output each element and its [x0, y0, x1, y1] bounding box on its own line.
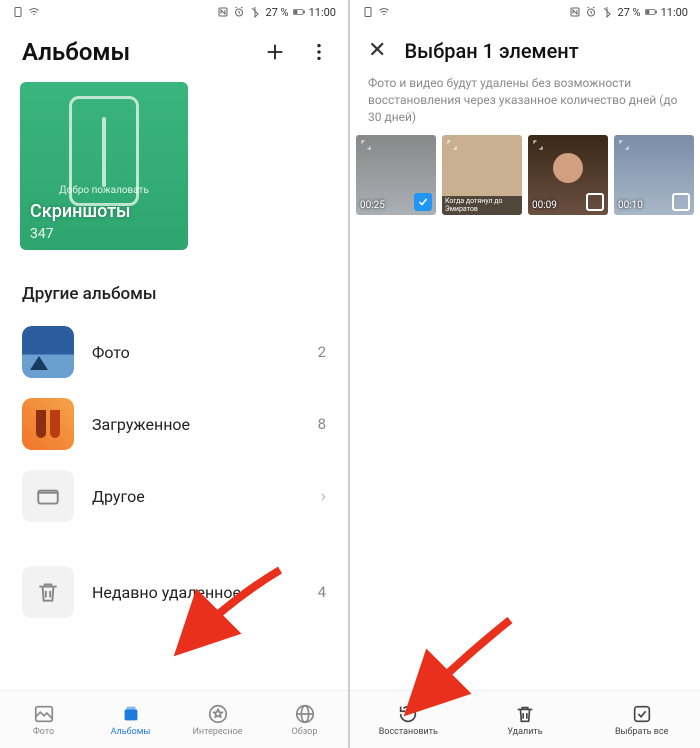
check-icon[interactable] [414, 193, 432, 211]
album-thumb-trash [22, 566, 74, 618]
album-count: 2 [318, 343, 326, 361]
selection-title: Выбран 1 элемент [404, 39, 578, 63]
add-icon[interactable] [264, 41, 286, 63]
battery-icon [645, 6, 657, 18]
delete-button[interactable]: Удалить [467, 691, 584, 748]
alarm-icon [233, 6, 245, 18]
nav-label: Обзор [292, 727, 318, 737]
album-thumb-other [22, 470, 74, 522]
action-label: Удалить [507, 727, 542, 737]
expand-icon [532, 139, 544, 151]
album-name: Фото [92, 343, 300, 362]
nav-label: Альбомы [111, 727, 151, 737]
clock: 11:00 [661, 6, 688, 19]
chevron-right-icon: › [321, 486, 326, 507]
recently-deleted-selection-screen: 27 % 11:00 ✕ Выбран 1 элемент Фото и вид… [350, 0, 700, 748]
action-bar: Восстановить Удалить Выбрать все [350, 690, 700, 748]
nfc-icon [217, 6, 229, 18]
bluetooth-icon [249, 6, 261, 18]
star-nav-icon [207, 703, 229, 725]
battery-percent: 27 % [617, 6, 640, 19]
card-count: 347 [30, 226, 54, 242]
nav-label: Интересное [193, 727, 243, 737]
albums-screen: 27 % 11:00 Альбомы Добро пожаловать Скри… [0, 0, 350, 748]
globe-nav-icon [294, 703, 316, 725]
video-caption: Когда дотянул до Эмиратов [442, 196, 522, 215]
nfc-icon [569, 6, 581, 18]
album-row-recently-deleted[interactable]: Недавно удаленное 4 [0, 556, 348, 628]
battery-percent: 27 % [265, 6, 288, 19]
action-label: Восстановить [379, 727, 438, 737]
select-all-icon [631, 703, 653, 725]
album-row-photo[interactable]: Фото 2 [0, 316, 348, 388]
bottom-nav: Фото Альбомы Интересное Обзор [0, 690, 348, 748]
video-thumb[interactable]: 00:09 [528, 135, 608, 215]
sim-icon [12, 6, 24, 18]
battery-icon [293, 6, 305, 18]
expand-icon [360, 139, 372, 151]
albums-nav-icon [120, 703, 142, 725]
video-thumbnails: 00:25 Когда дотянул до Эмиратов 00:09 00… [350, 135, 700, 215]
page-title: Альбомы [22, 38, 130, 66]
close-icon[interactable]: ✕ [368, 38, 386, 63]
alarm-icon [585, 6, 597, 18]
trash-icon [514, 703, 536, 725]
selection-header: ✕ Выбран 1 элемент [350, 24, 700, 69]
nav-albums[interactable]: Альбомы [87, 691, 174, 748]
status-bar: 27 % 11:00 [350, 0, 700, 24]
nav-browse[interactable]: Обзор [261, 691, 348, 748]
action-label: Выбрать все [615, 727, 668, 737]
expand-icon [618, 139, 630, 151]
sim-icon [362, 6, 374, 18]
album-thumb-downloaded [22, 398, 74, 450]
card-welcome: Добро пожаловать [20, 185, 188, 196]
album-row-other[interactable]: Другое › [0, 460, 348, 532]
wifi-icon [28, 6, 40, 18]
other-albums-title: Другие альбомы [0, 250, 348, 316]
nav-photo[interactable]: Фото [0, 691, 87, 748]
album-count: 4 [318, 583, 326, 601]
screenshots-card[interactable]: Добро пожаловать Скриншоты 347 [20, 82, 188, 250]
trash-icon [35, 579, 61, 605]
video-duration: 00:25 [360, 200, 385, 211]
video-thumb[interactable]: 00:10 [614, 135, 694, 215]
video-duration: 00:09 [532, 200, 557, 211]
deletion-notice: Фото и видео будут удалены без возможнос… [350, 69, 700, 135]
album-name: Загруженное [92, 415, 300, 434]
album-count: 8 [318, 415, 326, 433]
album-name: Недавно удаленное [92, 583, 300, 602]
album-name: Другое [92, 487, 303, 506]
album-row-downloaded[interactable]: Загруженное 8 [0, 388, 348, 460]
bluetooth-icon [601, 6, 613, 18]
header: Альбомы [0, 24, 348, 76]
video-thumb[interactable]: 00:25 [356, 135, 436, 215]
folder-icon [35, 483, 61, 509]
check-icon[interactable] [672, 193, 690, 211]
card-title: Скриншоты [30, 201, 131, 222]
video-duration: 00:10 [618, 200, 643, 211]
status-bar: 27 % 11:00 [0, 0, 348, 24]
video-thumb[interactable]: Когда дотянул до Эмиратов [442, 135, 522, 215]
restore-icon [397, 703, 419, 725]
wifi-icon [378, 6, 390, 18]
more-icon[interactable] [308, 41, 330, 63]
check-icon[interactable] [586, 193, 604, 211]
restore-button[interactable]: Восстановить [350, 691, 467, 748]
select-all-button[interactable]: Выбрать все [583, 691, 700, 748]
nav-interesting[interactable]: Интересное [174, 691, 261, 748]
album-thumb-photo [22, 326, 74, 378]
nav-label: Фото [33, 727, 54, 737]
photo-nav-icon [33, 703, 55, 725]
clock: 11:00 [309, 6, 336, 19]
expand-icon [446, 139, 458, 151]
